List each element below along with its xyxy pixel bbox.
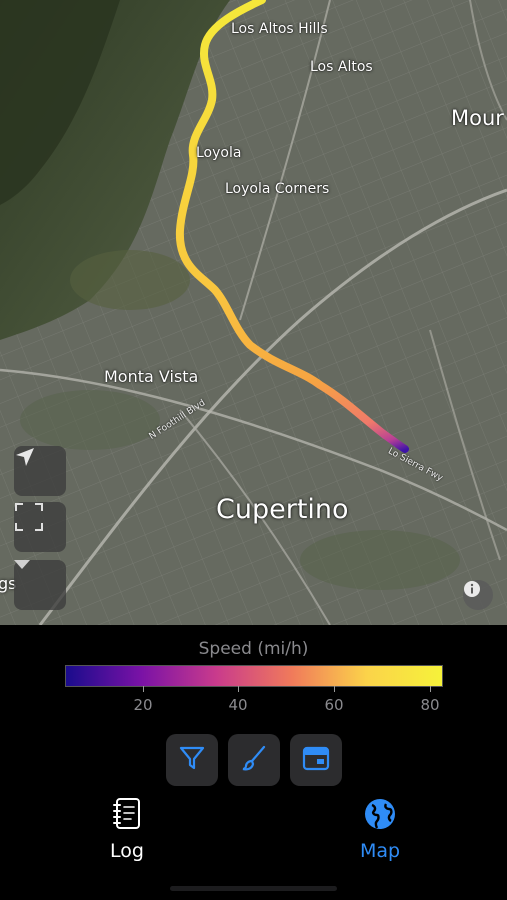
satellite-map: [0, 0, 507, 625]
tab-log-label: Log: [110, 840, 144, 862]
legend-title: Speed (mi/h): [198, 639, 309, 659]
brush-icon: [240, 744, 268, 776]
fullscreen-button[interactable]: [14, 502, 66, 552]
place-label-cupertino: Cupertino: [216, 494, 349, 525]
calendar-icon: [301, 743, 331, 777]
locate-button[interactable]: [14, 446, 66, 496]
place-label-loyola: Loyola: [196, 145, 242, 161]
place-label-monta-vista: Monta Vista: [104, 367, 199, 386]
legend-tick-label: 80: [420, 696, 440, 714]
place-label-los-altos: Los Altos: [310, 59, 373, 75]
info-button[interactable]: [463, 580, 493, 610]
tab-map-label: Map: [359, 840, 401, 862]
legend-tick: [143, 686, 144, 692]
calendar-button[interactable]: [290, 734, 342, 786]
home-indicator: [170, 886, 337, 891]
tab-log[interactable]: Log: [67, 796, 187, 862]
legend-tick: [238, 686, 239, 692]
speed-colorbar: [65, 665, 443, 687]
legend-tick: [430, 686, 431, 692]
notebook-icon: [110, 796, 144, 836]
legend-tick-label: 20: [133, 696, 153, 714]
legend-tick: [334, 686, 335, 692]
legend-tick-label: 60: [324, 696, 344, 714]
map-layers-button[interactable]: [14, 560, 66, 610]
map-view[interactable]: Los Altos Hills Los Altos Mour Loyola Lo…: [0, 0, 507, 625]
place-label-los-altos-hills: Los Altos Hills: [231, 21, 328, 37]
filter-button[interactable]: [166, 734, 218, 786]
filter-icon: [178, 744, 206, 776]
legend-tick-label: 40: [228, 696, 248, 714]
style-brush-button[interactable]: [228, 734, 280, 786]
globe-icon: [362, 796, 398, 836]
place-label-loyola-corners: Loyola Corners: [225, 181, 330, 197]
tab-map[interactable]: Map: [320, 796, 440, 862]
place-label-mountain-view: Mour: [451, 106, 504, 130]
